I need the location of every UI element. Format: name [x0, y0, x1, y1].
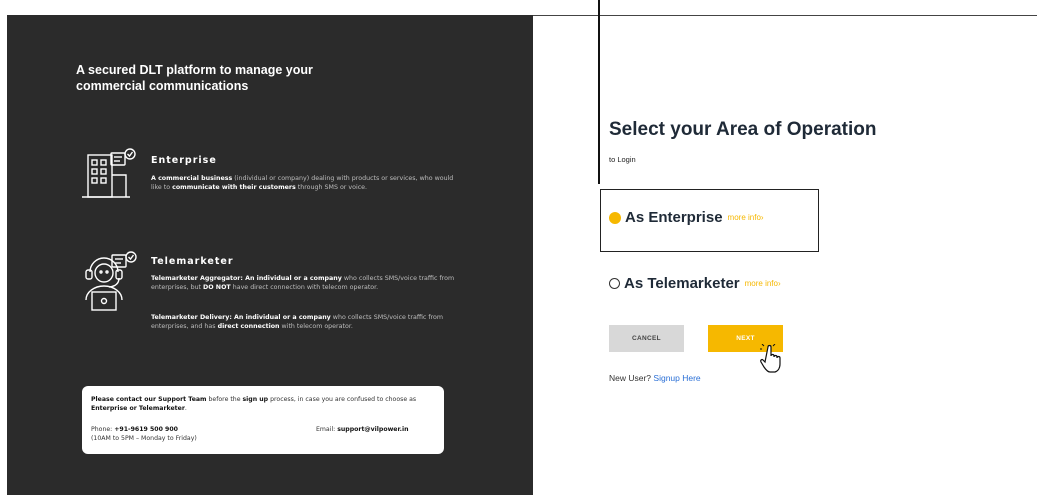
support-email: Email: support@vilpower.in	[316, 426, 409, 433]
vertical-divider	[598, 0, 600, 184]
cancel-button[interactable]: CANCEL	[609, 325, 684, 352]
telemarketer-delivery-description: Telemarketer Delivery: An individual or …	[151, 314, 444, 330]
telemarketer-aggregator-description: Telemarketer Aggregator: An individual o…	[151, 275, 455, 291]
headset-agent-icon	[82, 250, 140, 312]
signup-link[interactable]: Signup Here	[653, 373, 700, 383]
building-chat-icon	[82, 145, 140, 203]
top-divider	[533, 15, 1037, 16]
radio-selected-icon[interactable]	[609, 211, 621, 224]
radio-unselected-icon[interactable]	[609, 278, 620, 289]
enterprise-more-info-link[interactable]: more info›	[728, 213, 764, 222]
option-telemarketer[interactable]: As Telemarketer more info›	[609, 275, 781, 292]
telemarketer-title: Telemarketer	[151, 256, 234, 267]
page-subtitle: to Login	[609, 155, 636, 164]
hand-pointer-cursor-icon	[760, 343, 786, 379]
signup-prompt: New User? Signup Here	[609, 373, 701, 383]
support-message: Please contact our Support Team before t…	[91, 396, 417, 412]
platform-headline: A secured DLT platform to manage your co…	[76, 63, 313, 93]
option-telemarketer-label[interactable]: As Telemarketer	[624, 275, 740, 292]
enterprise-description: A commercial business (individual or com…	[151, 175, 454, 191]
option-enterprise[interactable]: As Enterprise more info›	[609, 209, 764, 226]
telemarketer-more-info-link[interactable]: more info›	[745, 279, 781, 288]
support-contact-box: Please contact our Support Team before t…	[82, 386, 444, 454]
support-phone: Phone: +91-9619 500 900 (10AM to 5PM – M…	[91, 426, 197, 442]
option-enterprise-label[interactable]: As Enterprise	[625, 209, 723, 226]
enterprise-title: Enterprise	[151, 155, 217, 166]
page-title: Select your Area of Operation	[609, 119, 877, 140]
